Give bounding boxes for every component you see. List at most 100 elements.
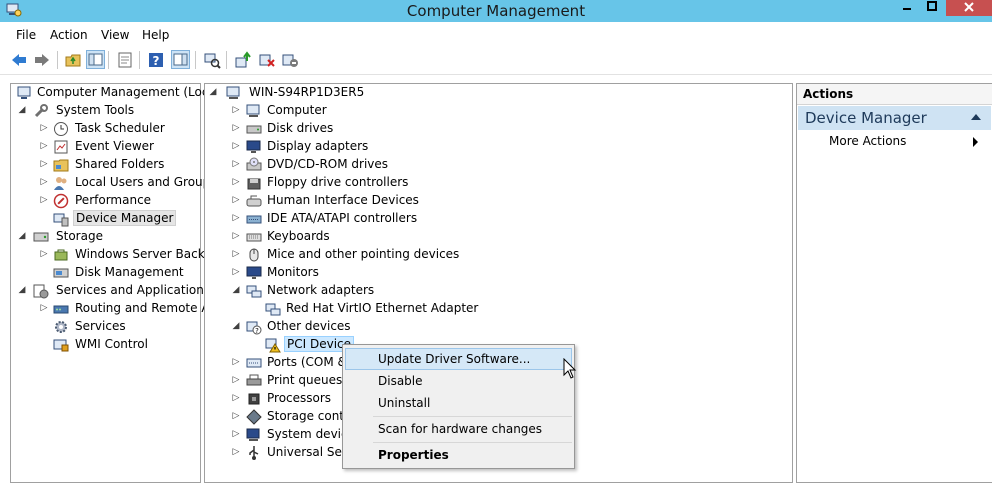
collapsed-arrow-icon[interactable]: ▷ — [231, 176, 241, 188]
expanded-arrow-icon[interactable]: ◢ — [17, 104, 27, 116]
services-gear-icon — [55, 321, 67, 333]
tree-item-label: Shared Folders — [75, 157, 165, 171]
menu-item-uninstall[interactable]: Uninstall — [345, 392, 572, 414]
expanded-arrow-icon[interactable]: ◢ — [17, 284, 27, 296]
collapsed-arrow-icon[interactable]: ▷ — [231, 266, 241, 278]
expanded-arrow-icon[interactable]: ◢ — [208, 86, 218, 98]
update-driver-icon[interactable] — [234, 51, 252, 69]
device-tree-label: Display adapters — [267, 139, 369, 153]
minimize-icon — [903, 8, 911, 10]
tree-item-label: Event Viewer — [75, 139, 154, 153]
disk-drive-icon — [246, 125, 262, 134]
collapsed-arrow-icon[interactable]: ▷ — [231, 392, 241, 404]
expanded-arrow-icon[interactable]: ◢ — [231, 284, 241, 296]
collapsed-arrow-icon[interactable]: ▷ — [231, 410, 241, 422]
collapsed-arrow-icon[interactable]: ▷ — [231, 194, 241, 206]
collapsed-arrow-icon[interactable]: ▷ — [39, 302, 49, 314]
collapsed-arrow-icon[interactable]: ▷ — [231, 104, 241, 116]
menu-item-label: Update Driver Software... — [378, 352, 531, 366]
device-tree-label: Red Hat VirtIO Ethernet Adapter — [286, 301, 479, 315]
device-manager-icon — [53, 213, 69, 227]
expanded-arrow-icon[interactable]: ◢ — [17, 230, 27, 242]
device-tree-label: Monitors — [267, 265, 319, 279]
toolbar-separator — [139, 51, 140, 69]
collapsed-arrow-icon[interactable]: ▷ — [231, 158, 241, 170]
maximize-button[interactable] — [921, 0, 943, 14]
back-arrow-icon[interactable] — [10, 51, 28, 69]
svg-text:?: ? — [255, 327, 259, 335]
disable-device-icon[interactable] — [281, 51, 299, 69]
actions-header: Actions — [797, 84, 992, 105]
collapsed-arrow-icon[interactable]: ▷ — [39, 176, 49, 188]
window-title: Computer Management — [406, 2, 586, 20]
help-icon[interactable]: ? — [147, 51, 165, 69]
context-menu: Update Driver Software... Disable Uninst… — [342, 344, 575, 469]
device-tree-label: Processors — [267, 391, 332, 405]
collapsed-arrow-icon[interactable]: ▷ — [231, 140, 241, 152]
collapsed-arrow-icon[interactable]: ▷ — [39, 122, 49, 134]
menu-item-disable[interactable]: Disable — [345, 370, 572, 392]
collapsed-arrow-icon[interactable]: ▷ — [39, 158, 49, 170]
collapsed-arrow-icon[interactable]: ▷ — [231, 356, 241, 368]
close-button[interactable] — [946, 0, 992, 16]
backup-icon — [54, 249, 68, 261]
collapsed-arrow-icon[interactable]: ▷ — [231, 230, 241, 242]
monitor-icon — [246, 266, 262, 279]
collapsed-arrow-icon[interactable]: ▷ — [231, 248, 241, 260]
tree-item-label: Services — [75, 319, 126, 333]
more-actions-item[interactable]: More Actions — [829, 134, 906, 148]
collapsed-arrow-icon[interactable]: ▷ — [231, 428, 241, 440]
menu-item-label: Properties — [378, 448, 449, 462]
device-tree-label: Keyboards — [267, 229, 330, 243]
action-pane-icon — [173, 53, 188, 66]
event-viewer-icon — [54, 140, 68, 154]
collapsed-arrow-icon[interactable]: ▷ — [39, 248, 49, 260]
toolbar-separator — [195, 51, 196, 69]
tree-item-label: System Tools — [56, 103, 135, 117]
menu-help[interactable]: Help — [142, 28, 169, 42]
tree-item-label: Disk Management — [75, 265, 184, 279]
minimize-button[interactable] — [896, 0, 918, 14]
menu-item-label: Uninstall — [378, 396, 431, 410]
collapsed-arrow-icon[interactable]: ▷ — [39, 140, 49, 152]
routing-icon — [53, 305, 69, 314]
collapsed-arrow-icon[interactable]: ▷ — [231, 446, 241, 458]
dvd-icon — [246, 157, 262, 171]
ide-icon — [246, 215, 262, 224]
device-tree-label: DVD/CD-ROM drives — [267, 157, 389, 171]
menu-separator — [373, 442, 572, 443]
collapsed-arrow-icon[interactable]: ▷ — [231, 122, 241, 134]
properties-icon[interactable] — [116, 51, 134, 69]
uninstall-device-icon[interactable] — [258, 51, 276, 69]
storage-controller-icon — [246, 409, 262, 425]
show-hide-action-pane-button[interactable] — [171, 50, 190, 69]
users-icon — [54, 177, 67, 190]
collapsed-arrow-icon[interactable]: ▷ — [231, 212, 241, 224]
forward-arrow-icon[interactable] — [33, 51, 51, 69]
processor-icon — [248, 393, 260, 405]
scan-hardware-icon[interactable] — [203, 51, 221, 69]
mouse-cursor-icon — [563, 358, 577, 379]
up-folder-icon[interactable] — [64, 51, 82, 69]
menu-item-scan-hardware[interactable]: Scan for hardware changes — [345, 418, 572, 440]
console-tree-icon — [88, 53, 103, 66]
submenu-arrow-icon[interactable] — [973, 137, 978, 147]
collapsed-arrow-icon[interactable]: ▷ — [39, 194, 49, 206]
menu-item-update-driver[interactable]: Update Driver Software... — [345, 348, 572, 370]
collapse-up-icon[interactable] — [971, 114, 981, 120]
tree-item-label: Storage — [56, 229, 103, 243]
device-tree-label: Computer — [267, 103, 327, 117]
menu-view[interactable]: View — [101, 28, 129, 42]
menu-action[interactable]: Action — [50, 28, 88, 42]
collapsed-arrow-icon[interactable]: ▷ — [231, 374, 241, 386]
toolbar: ? — [0, 46, 992, 75]
device-tree-label: WIN-S94RP1D3ER5 — [249, 85, 365, 99]
svg-text:?: ? — [153, 54, 160, 68]
menu-item-properties[interactable]: Properties — [345, 444, 572, 466]
menu-file[interactable]: File — [16, 28, 36, 42]
actions-section-device-manager[interactable]: Device Manager — [798, 106, 991, 130]
system-device-icon — [246, 428, 260, 441]
show-hide-tree-button[interactable] — [86, 50, 105, 69]
expanded-arrow-icon[interactable]: ◢ — [231, 320, 241, 332]
services-apps-icon — [33, 284, 49, 299]
